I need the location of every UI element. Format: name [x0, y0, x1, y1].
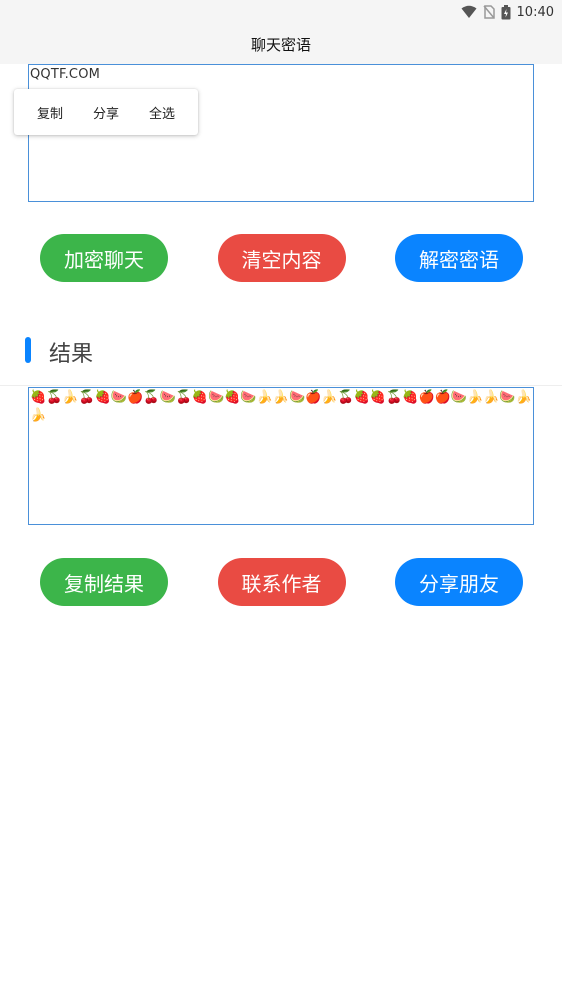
result-output[interactable]: 🍓🍒🍌🍒🍓🍉🍎🍒🍉🍒🍓🍉🍓🍉🍌🍌🍉🍎🍌🍒🍓🍓🍒🍓🍎🍎🍉🍌🍌🍉🍌🍌 [28, 387, 534, 525]
wifi-icon [461, 5, 477, 19]
status-bar: 10:40 [0, 0, 562, 24]
section-accent-bar [25, 337, 31, 363]
result-section-header: 结果 [0, 334, 562, 386]
share-friend-button[interactable]: 分享朋友 [395, 558, 523, 606]
context-menu-share[interactable]: 分享 [87, 99, 125, 126]
text-context-menu: 复制 分享 全选 [14, 89, 198, 135]
no-sim-icon [482, 5, 495, 19]
message-input-value: QQTF.COM [30, 67, 101, 82]
app-bar: 聊天密语 [0, 24, 562, 64]
context-menu-copy[interactable]: 复制 [31, 99, 69, 126]
context-menu-select-all[interactable]: 全选 [143, 99, 181, 126]
action-row-top: 加密聊天 清空内容 解密密语 [40, 234, 523, 282]
result-output-value: 🍓🍒🍌🍒🍓🍉🍎🍒🍉🍒🍓🍉🍓🍉🍌🍌🍉🍎🍌🍒🍓🍓🍒🍓🍎🍎🍉🍌🍌🍉🍌🍌 [30, 390, 532, 423]
page-title: 聊天密语 [250, 35, 311, 54]
encrypt-chat-button[interactable]: 加密聊天 [40, 234, 168, 282]
decrypt-message-button[interactable]: 解密密语 [395, 234, 523, 282]
status-time: 10:40 [516, 4, 554, 20]
contact-author-button[interactable]: 联系作者 [217, 558, 346, 606]
action-row-bottom: 复制结果 联系作者 分享朋友 [40, 558, 523, 606]
result-section-title: 结果 [49, 342, 94, 367]
copy-result-button[interactable]: 复制结果 [40, 558, 168, 606]
battery-charging-icon [501, 4, 511, 20]
clear-content-button[interactable]: 清空内容 [217, 234, 346, 282]
